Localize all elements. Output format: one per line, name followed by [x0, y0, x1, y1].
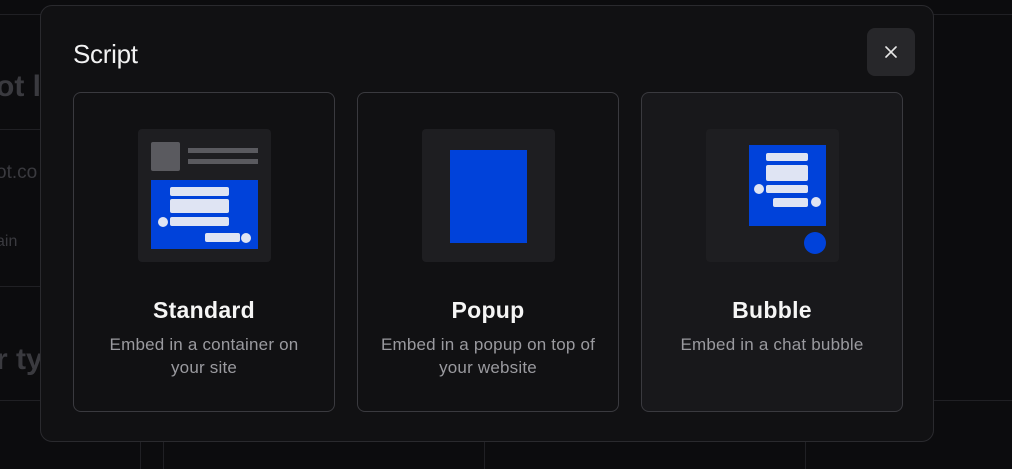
close-icon	[885, 46, 897, 58]
popup-embed-illustration	[422, 129, 555, 262]
option-title: Bubble	[732, 297, 812, 323]
popup-option-card[interactable]: Popup Embed in a popup on top of your we…	[357, 92, 619, 412]
divider	[0, 129, 40, 130]
divider	[805, 440, 806, 469]
background-text: ain	[0, 233, 18, 250]
script-modal: Script Standard Embed in a container on …	[40, 5, 934, 442]
modal-title: Script	[73, 39, 138, 69]
divider	[140, 440, 141, 469]
option-description: Embed in a popup on top of your website	[380, 335, 596, 377]
background-heading: ot l	[0, 70, 41, 103]
standard-embed-illustration	[138, 129, 271, 262]
background-heading: r ty	[0, 343, 43, 376]
standard-option-card[interactable]: Standard Embed in a container on your si…	[73, 92, 335, 412]
option-title: Standard	[152, 297, 256, 323]
divider	[484, 440, 485, 469]
bubble-option-card[interactable]: Bubble Embed in a chat bubble	[641, 92, 903, 412]
option-title: Popup	[451, 297, 525, 323]
background-text: ot.co	[0, 162, 38, 183]
option-description: Embed in a chat bubble	[680, 335, 864, 354]
bubble-embed-illustration	[706, 129, 839, 262]
divider	[0, 286, 40, 287]
divider	[163, 440, 164, 469]
option-description: Embed in a container on your site	[109, 335, 299, 377]
close-button[interactable]	[867, 28, 915, 76]
